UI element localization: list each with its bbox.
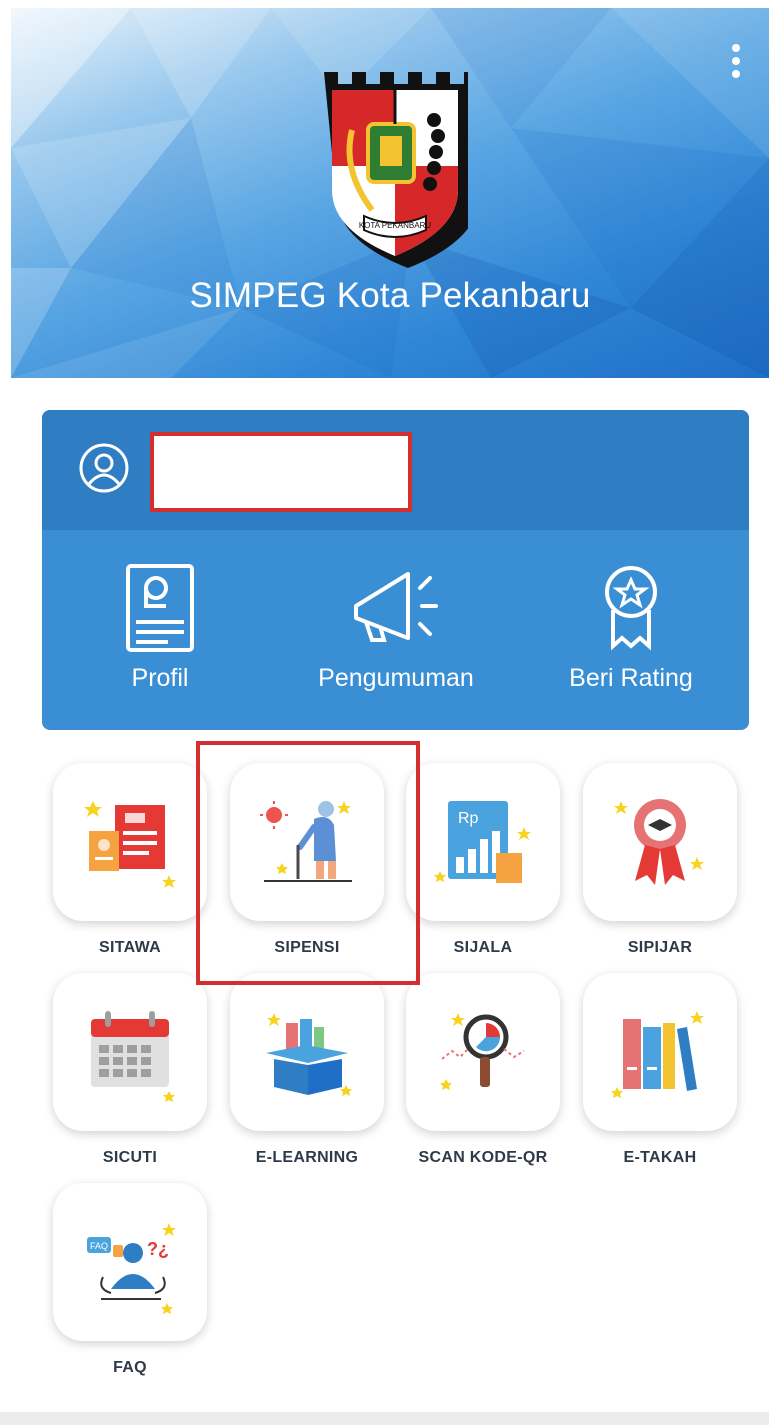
elderly-person-icon [260,801,352,882]
scan-kode-qr-label: SCAN KODE-QR [418,1149,548,1166]
user-name-redacted [150,432,412,512]
sicuti-label: SICUTI [102,1149,158,1166]
bottom-bar [0,1412,769,1425]
sijala-label: SIJALA [453,939,513,956]
app-header: KOTA PEKANBARU SIMPEG Kota Pekanbaru [11,8,769,378]
svg-text:FAQ: FAQ [90,1241,108,1251]
e-takah-button[interactable] [583,973,737,1131]
sipensi-button[interactable] [230,763,384,921]
books-box-icon [266,1013,352,1096]
e-learning-button[interactable] [230,973,384,1131]
menu-item-sitawa: SITAWA [45,763,215,957]
award-badge-icon [605,566,657,651]
user-circle-icon [79,443,129,493]
svg-text:Rp: Rp [458,810,479,827]
beri-rating-button[interactable]: Beri Rating [531,562,731,702]
sipijar-button[interactable] [583,763,737,921]
menu-item-faq: FAQ ?¿ FAQ [45,1183,215,1377]
user-card-header [42,410,749,530]
beri-rating-label: Beri Rating [569,664,693,692]
profile-id-icon [126,564,194,652]
magnifier-chart-icon [440,1013,525,1090]
sipensi-label: SIPENSI [274,939,340,956]
salary-chart-icon: Rp [434,801,531,883]
pengumuman-button[interactable]: Pengumuman [296,562,496,702]
sicuti-button[interactable] [53,973,207,1131]
svg-text:?¿: ?¿ [147,1239,169,1259]
e-takah-label: E-TAKAH [623,1149,697,1166]
user-card: Profil Pengumuman Beri Rating [42,410,749,730]
more-vertical-icon [732,44,740,52]
sijala-button[interactable]: Rp [406,763,560,921]
binders-icon [611,1011,704,1098]
menu-item-e-takah: E-TAKAH [575,973,745,1167]
faq-button[interactable]: FAQ ?¿ [53,1183,207,1341]
pengumuman-label: Pengumuman [318,664,474,692]
overflow-menu-button[interactable] [723,38,749,84]
city-emblem-logo: KOTA PEKANBARU [324,72,468,268]
profil-label: Profil [131,664,189,692]
sitawa-button[interactable] [53,763,207,921]
sipijar-label: SIPIJAR [627,939,693,956]
documents-icon [84,801,176,888]
app-title: SIMPEG Kota Pekanbaru [189,276,591,315]
menu-item-sijala: Rp SIJALA [398,763,568,957]
profil-button[interactable]: Profil [60,562,260,702]
faq-person-icon: FAQ ?¿ [87,1223,176,1314]
megaphone-icon [354,572,438,642]
menu-item-sicuti: SICUTI [45,973,215,1167]
faq-label: FAQ [113,1359,147,1376]
menu-item-e-learning: E-LEARNING [222,973,392,1167]
graduation-ribbon-icon [614,799,704,885]
svg-text:KOTA PEKANBARU: KOTA PEKANBARU [359,221,432,230]
e-learning-label: E-LEARNING [255,1149,359,1166]
calendar-icon [91,1011,175,1102]
menu-item-sipensi: SIPENSI [222,763,392,957]
menu-item-sipijar: SIPIJAR [575,763,745,957]
menu-item-scan-kode-qr: SCAN KODE-QR [398,973,568,1167]
scan-kode-qr-button[interactable] [406,973,560,1131]
sitawa-label: SITAWA [99,939,161,956]
